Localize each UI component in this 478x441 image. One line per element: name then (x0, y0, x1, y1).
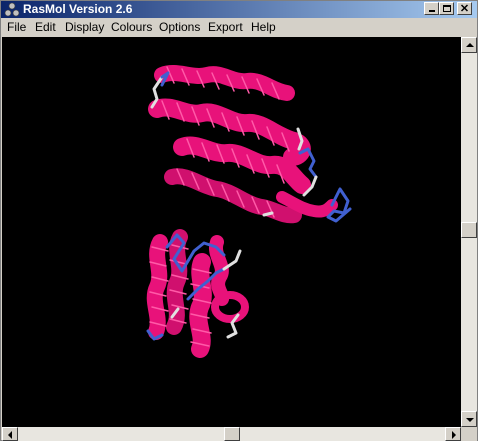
menu-options[interactable]: Options (159, 20, 200, 34)
scroll-down-button[interactable] (461, 411, 477, 427)
horizontal-scrollbar[interactable] (2, 427, 461, 441)
helix-lower-end-on (211, 291, 249, 323)
rasmol-window: RasMol Version 2.6 ✕ File Edit Display C… (0, 0, 478, 441)
maximize-button[interactable] (439, 2, 454, 15)
arrow-left-icon (8, 431, 12, 439)
menu-edit[interactable]: Edit (35, 20, 56, 34)
scroll-right-button[interactable] (445, 427, 461, 441)
scrollbar-corner (461, 427, 477, 441)
minimize-button[interactable] (424, 2, 439, 15)
arrow-down-icon (466, 418, 474, 422)
helix-upper-4 (164, 168, 302, 224)
arrow-up-icon (466, 43, 474, 47)
close-icon: ✕ (459, 2, 470, 15)
scroll-left-button[interactable] (2, 427, 18, 441)
coil-upper-bottom (262, 211, 274, 217)
minimize-icon (428, 10, 435, 12)
title-bar[interactable]: RasMol Version 2.6 ✕ (1, 1, 477, 18)
vertical-scrollbar[interactable] (461, 37, 477, 427)
arrow-right-icon (452, 431, 456, 439)
close-button[interactable]: ✕ (457, 2, 472, 15)
turn-upper-right-2 (326, 187, 352, 223)
maximize-icon (442, 5, 451, 12)
window-title: RasMol Version 2.6 (23, 2, 133, 16)
menu-export[interactable]: Export (208, 20, 243, 34)
horizontal-scroll-thumb[interactable] (224, 427, 240, 441)
menu-display[interactable]: Display (65, 20, 104, 34)
helix-lower-1 (146, 234, 168, 340)
menu-file[interactable]: File (7, 20, 26, 34)
menu-bar: File Edit Display Colours Options Export… (1, 18, 477, 36)
lower-helix-domain (146, 229, 249, 358)
helix-upper-1 (154, 65, 295, 101)
molecule-canvas[interactable] (2, 37, 461, 427)
scroll-up-button[interactable] (461, 37, 477, 53)
menu-help[interactable]: Help (251, 20, 276, 34)
helix-lower-3 (189, 253, 212, 358)
vertical-scroll-thumb[interactable] (461, 222, 477, 238)
protein-cartoon (146, 65, 352, 358)
rasmol-molecule-icon (4, 2, 20, 17)
menu-colours[interactable]: Colours (111, 20, 152, 34)
